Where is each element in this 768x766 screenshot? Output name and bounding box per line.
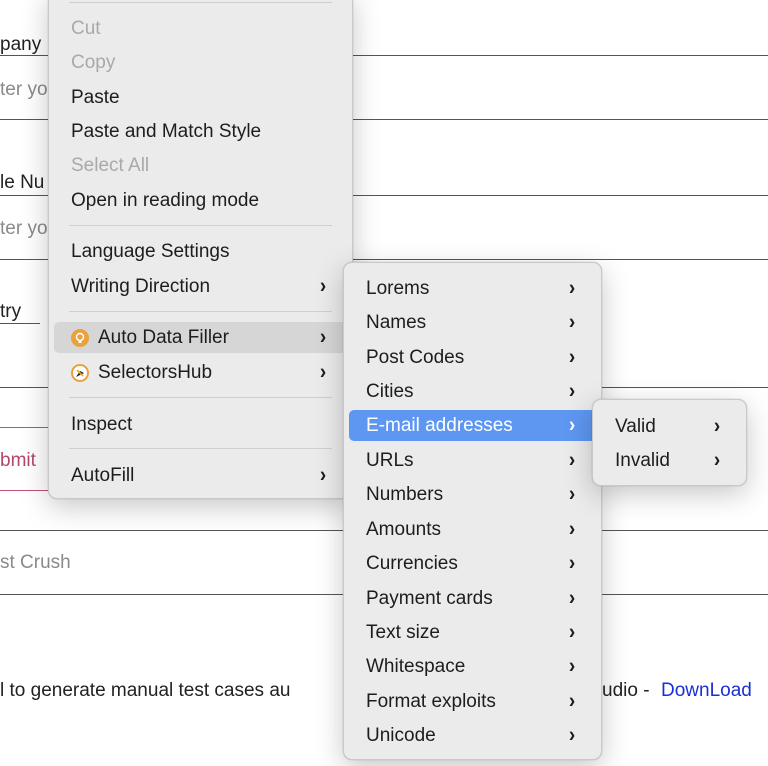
submenu-item-unicode[interactable]: Unicode › <box>349 720 596 751</box>
chevron-right-icon: › <box>568 345 576 369</box>
submenu-item-post-codes[interactable]: Post Codes › <box>349 342 596 373</box>
menu-item-inspect[interactable]: Inspect <box>54 409 347 440</box>
submenu-item-lorems[interactable]: Lorems › <box>349 273 596 304</box>
menu-separator <box>69 311 332 312</box>
auto-data-filler-submenu: Lorems › Names › Post Codes › Cities › E… <box>343 262 602 760</box>
phone-input[interactable]: ter yo <box>0 218 48 240</box>
chevron-right-icon: › <box>319 274 327 298</box>
chevron-right-icon: › <box>568 276 576 300</box>
menu-separator <box>69 2 332 3</box>
footer-text-right: udio - <box>602 680 650 701</box>
submit-button-label[interactable]: bmit <box>0 450 36 472</box>
submenu-item-payment-cards[interactable]: Payment cards › <box>349 583 596 614</box>
chevron-right-icon: › <box>319 360 327 384</box>
menu-item-cut: Cut <box>71 17 101 39</box>
menu-item-writing-direction[interactable]: Writing Direction › <box>54 271 347 302</box>
menu-item-select-all: Select All <box>71 154 150 176</box>
menu-separator <box>69 397 332 398</box>
context-menu: Cut Copy Paste Paste and Match Style Sel… <box>48 0 353 499</box>
submenu-item-text-size[interactable]: Text size › <box>349 617 596 648</box>
submenu-item-valid[interactable]: Valid › <box>598 411 741 442</box>
company-label: pany <box>0 34 42 55</box>
chevron-right-icon: › <box>713 448 721 472</box>
company-input[interactable]: ter yo <box>0 79 48 101</box>
submenu-item-invalid[interactable]: Invalid › <box>598 445 741 476</box>
chevron-right-icon: › <box>713 414 721 438</box>
menu-separator <box>69 225 332 226</box>
menu-item-selectorshub[interactable]: SelectorsHub › <box>54 357 347 388</box>
auto-data-filler-icon <box>71 328 89 347</box>
menu-item-auto-data-filler[interactable]: Auto Data Filler › <box>54 322 347 353</box>
chevron-right-icon: › <box>568 689 576 713</box>
submenu-item-urls[interactable]: URLs › <box>349 445 596 476</box>
menu-item-paste-and-match-style[interactable]: Paste and Match Style <box>54 116 347 147</box>
chevron-right-icon: › <box>568 586 576 610</box>
menu-item-open-in-reading-mode[interactable]: Open in reading mode <box>54 185 347 216</box>
menu-item-autofill[interactable]: AutoFill › <box>54 460 347 491</box>
submenu-item-numbers[interactable]: Numbers › <box>349 479 596 510</box>
menu-item-copy: Copy <box>71 51 116 73</box>
download-link[interactable]: DownLoad <box>661 680 752 702</box>
email-addresses-submenu: Valid › Invalid › <box>592 399 747 486</box>
crush-input[interactable]: st Crush <box>0 552 71 574</box>
submenu-item-whitespace[interactable]: Whitespace › <box>349 651 596 682</box>
selectorshub-icon <box>71 363 89 382</box>
chevron-right-icon: › <box>568 413 576 437</box>
menu-item-language-settings[interactable]: Language Settings <box>54 236 347 267</box>
submenu-item-names[interactable]: Names › <box>349 307 596 338</box>
chevron-right-icon: › <box>568 654 576 678</box>
submenu-item-email-addresses[interactable]: E-mail addresses › <box>349 410 596 441</box>
phone-label: le Nu <box>0 172 45 193</box>
chevron-right-icon: › <box>319 463 327 487</box>
country-label: try <box>0 301 22 322</box>
menu-item-paste[interactable]: Paste <box>54 82 347 113</box>
chevron-right-icon: › <box>568 310 576 334</box>
submenu-item-currencies[interactable]: Currencies › <box>349 548 596 579</box>
chevron-right-icon: › <box>568 723 576 747</box>
chevron-right-icon: › <box>568 448 576 472</box>
chevron-right-icon: › <box>568 482 576 506</box>
chevron-right-icon: › <box>568 551 576 575</box>
submenu-item-amounts[interactable]: Amounts › <box>349 514 596 545</box>
chevron-right-icon: › <box>568 620 576 644</box>
menu-separator <box>69 448 332 449</box>
chevron-right-icon: › <box>568 517 576 541</box>
chevron-right-icon: › <box>568 379 576 403</box>
submenu-item-cities[interactable]: Cities › <box>349 376 596 407</box>
submenu-item-format-exploits[interactable]: Format exploits › <box>349 686 596 717</box>
country-label-underline <box>0 323 40 324</box>
footer-text: l to generate manual test cases au <box>0 680 291 701</box>
chevron-right-icon: › <box>319 325 327 349</box>
